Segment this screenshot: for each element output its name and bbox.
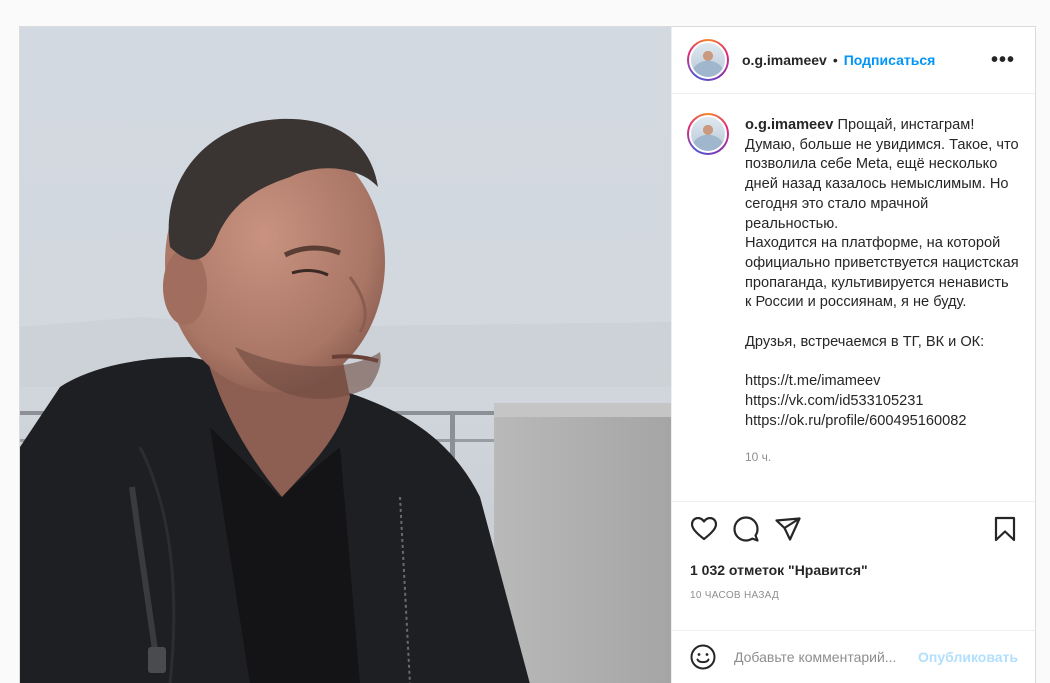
author-avatar[interactable]	[687, 39, 729, 81]
caption-text: Прощай, инстаграм! Думаю, больше не увид…	[745, 117, 1019, 429]
caption-time: 10 ч.	[745, 450, 772, 465]
caption-avatar[interactable]	[687, 113, 729, 155]
comment-bubble-icon[interactable]	[732, 515, 760, 543]
post-sidebar: o.g.imameev • Подписаться ••• o.g.imamee…	[671, 27, 1035, 683]
posted-ago: 10 часов назад	[690, 590, 780, 601]
caption-username[interactable]: o.g.imameev	[745, 117, 833, 133]
separator-dot: •	[832, 52, 838, 68]
author-username[interactable]: o.g.imameev	[742, 52, 827, 68]
comment-input[interactable]	[734, 649, 919, 665]
post-photo-illustration	[20, 27, 671, 683]
more-options-icon[interactable]: •••	[991, 50, 1015, 70]
comment-composer: Опубликовать	[672, 630, 1035, 683]
smiley-icon[interactable]	[690, 644, 716, 670]
post-header: o.g.imameev • Подписаться •••	[672, 27, 1035, 94]
action-bar	[672, 502, 1035, 556]
caption-section: o.g.imameev Прощай, инстаграм! Думаю, бо…	[672, 94, 1035, 502]
heart-icon[interactable]	[690, 515, 718, 543]
caption-body: o.g.imameev Прощай, инстаграм! Думаю, бо…	[745, 116, 1019, 501]
post-image[interactable]	[20, 27, 671, 683]
follow-button[interactable]: Подписаться	[844, 52, 936, 68]
likes-count[interactable]: 1 032 отметок "Нравится"	[672, 562, 1035, 578]
paper-plane-icon[interactable]	[774, 515, 802, 543]
bookmark-icon[interactable]	[991, 515, 1019, 543]
publish-comment-button[interactable]: Опубликовать	[918, 649, 1018, 665]
post-card: o.g.imameev • Подписаться ••• o.g.imamee…	[19, 26, 1036, 683]
